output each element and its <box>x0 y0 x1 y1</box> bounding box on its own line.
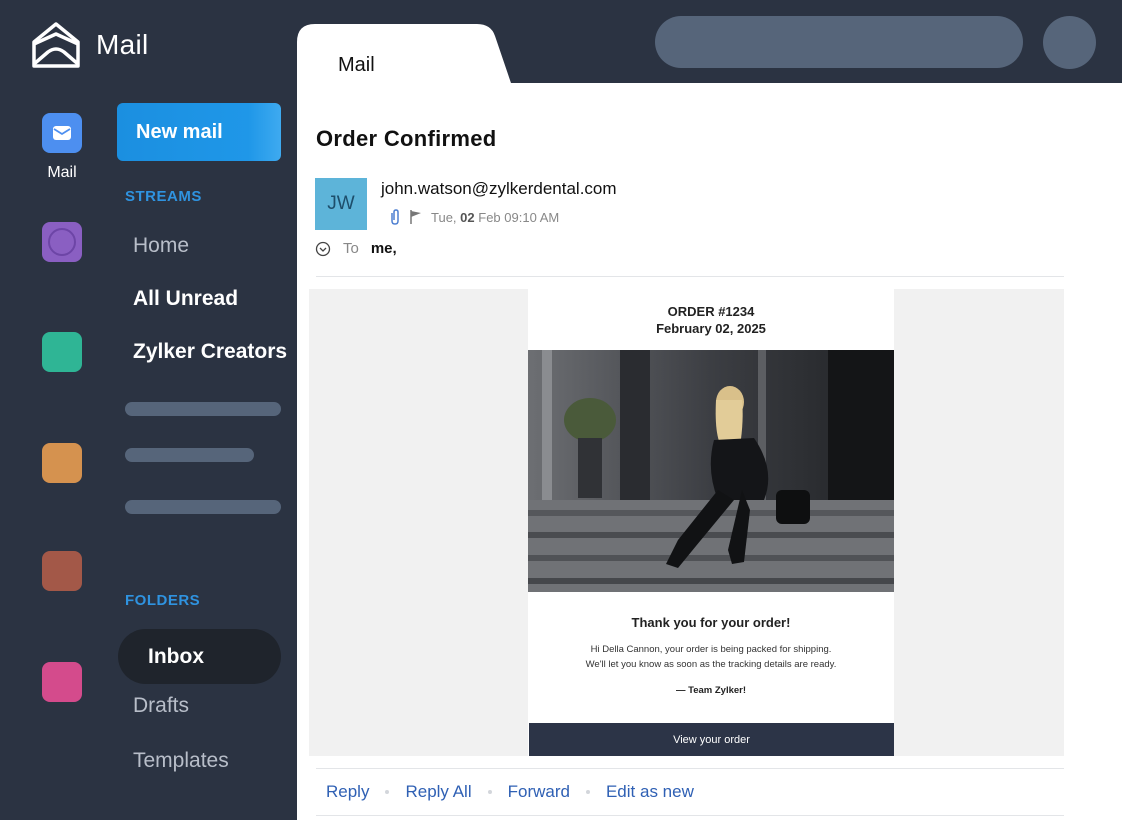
email-content-card: ORDER #1234 February 02, 2025 Thank you … <box>528 289 894 756</box>
rail-app-green[interactable] <box>42 332 82 372</box>
search-bar[interactable] <box>655 16 1023 68</box>
folders-heading: FOLDERS <box>125 592 201 609</box>
sender-email[interactable]: john.watson@zylkerdental.com <box>381 179 617 199</box>
rail-app-purple[interactable] <box>42 222 82 262</box>
email-meta: Tue, 02 Feb 09:10 AM <box>389 208 559 226</box>
circle-icon <box>48 228 76 256</box>
sidebar-item-zylker-creators[interactable]: Zylker Creators <box>133 340 287 364</box>
thanks-heading: Thank you for your order! <box>631 615 791 630</box>
separator-dot <box>585 790 590 794</box>
recipient-row: To me, <box>315 240 397 257</box>
message-line-1: Hi Della Cannon, your order is being pac… <box>590 644 832 655</box>
view-order-button[interactable]: View your order <box>529 723 894 756</box>
streams-heading: STREAMS <box>125 188 202 205</box>
order-number: ORDER #1234 <box>667 304 755 319</box>
placeholder-item <box>125 448 254 462</box>
chevron-down-circle-icon[interactable] <box>315 241 331 257</box>
separator-dot <box>487 790 492 794</box>
forward-button[interactable]: Forward <box>508 782 570 802</box>
reply-button[interactable]: Reply <box>326 782 369 802</box>
sidebar-item-inbox[interactable]: Inbox <box>148 645 204 669</box>
signature: — Team Zylker! <box>675 685 747 696</box>
paperclip-icon[interactable] <box>389 208 401 226</box>
app-title: Mail <box>96 29 149 60</box>
user-avatar[interactable] <box>1043 16 1096 69</box>
app-brand: Mail <box>30 20 149 70</box>
order-date: February 02, 2025 <box>656 321 766 336</box>
to-label: To <box>343 240 359 257</box>
divider <box>316 276 1064 277</box>
to-value: me, <box>370 240 397 257</box>
rail-app-pink[interactable] <box>42 662 82 702</box>
sidebar-item-all-unread[interactable]: All Unread <box>133 287 238 311</box>
edit-as-new-button[interactable]: Edit as new <box>606 782 694 802</box>
divider <box>316 768 1064 769</box>
sender-avatar[interactable]: JW <box>315 178 367 230</box>
sidebar-item-templates[interactable]: Templates <box>133 749 229 773</box>
product-photo <box>528 350 894 592</box>
rail-app-brown[interactable] <box>42 551 82 591</box>
email-subject: Order Confirmed <box>316 126 497 151</box>
sidebar-item-drafts[interactable]: Drafts <box>133 694 189 718</box>
rail-mail-app[interactable] <box>42 113 82 153</box>
tab-mail-label[interactable]: Mail <box>338 54 375 77</box>
rail-mail-label: Mail <box>47 164 77 181</box>
mail-icon <box>53 126 71 140</box>
email-actions: Reply Reply All Forward Edit as new <box>326 782 694 802</box>
rail-app-orange[interactable] <box>42 443 82 483</box>
message-line-2: We'll let you know as soon as the tracki… <box>585 659 837 670</box>
new-mail-button[interactable]: New mail <box>117 103 281 161</box>
separator-dot <box>385 790 390 794</box>
sidebar-item-home[interactable]: Home <box>133 234 189 258</box>
email-date: Tue, 02 Feb 09:10 AM <box>431 209 560 225</box>
tab-mail[interactable] <box>297 24 527 86</box>
placeholder-item <box>125 402 281 416</box>
placeholder-item <box>125 500 281 514</box>
flag-icon[interactable] <box>409 209 423 225</box>
divider <box>316 815 1064 816</box>
envelope-house-icon <box>32 22 80 68</box>
reply-all-button[interactable]: Reply All <box>405 782 471 802</box>
